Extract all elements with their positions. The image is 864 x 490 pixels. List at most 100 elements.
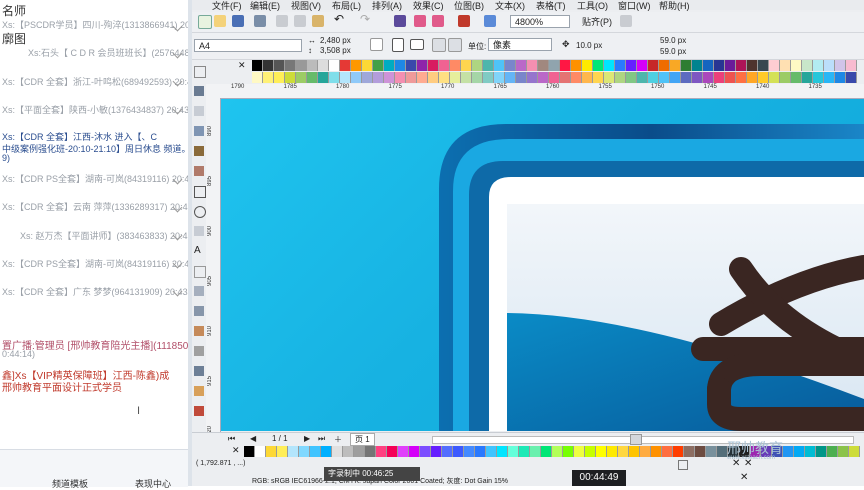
color-swatch[interactable]: [769, 72, 780, 83]
landscape-icon[interactable]: [410, 39, 424, 50]
options-icon[interactable]: [620, 15, 632, 27]
color-swatch[interactable]: [263, 60, 274, 71]
color-swatch[interactable]: [472, 72, 483, 83]
color-swatch[interactable]: [464, 446, 475, 457]
color-swatch[interactable]: [725, 60, 736, 71]
menu-help[interactable]: 帮助(H): [659, 0, 690, 12]
color-swatch[interactable]: [714, 60, 725, 71]
color-swatch[interactable]: [849, 446, 860, 457]
color-swatch[interactable]: [373, 60, 384, 71]
color-swatch[interactable]: [695, 446, 706, 457]
color-swatch[interactable]: [596, 446, 607, 457]
color-swatch[interactable]: [714, 72, 725, 83]
units-dropdown[interactable]: 像素: [488, 38, 552, 51]
color-swatch[interactable]: [747, 72, 758, 83]
color-swatch[interactable]: [758, 72, 769, 83]
color-swatch[interactable]: [549, 60, 560, 71]
color-swatch[interactable]: [351, 72, 362, 83]
color-swatch[interactable]: [398, 446, 409, 457]
undo-icon[interactable]: ↶: [334, 12, 346, 26]
stepper-icon[interactable]: [370, 38, 383, 51]
menu-effects[interactable]: 效果(C): [413, 0, 444, 12]
color-swatch[interactable]: [483, 60, 494, 71]
color-swatch[interactable]: [626, 60, 637, 71]
current-page-icon[interactable]: [448, 38, 462, 52]
color-swatch[interactable]: [288, 446, 299, 457]
fill-indicator-icon[interactable]: [678, 460, 688, 470]
color-swatch[interactable]: [648, 72, 659, 83]
color-swatch[interactable]: [365, 446, 376, 457]
color-swatch[interactable]: [593, 72, 604, 83]
color-swatch[interactable]: [670, 72, 681, 83]
fill-tool-icon[interactable]: [194, 386, 204, 396]
color-swatch[interactable]: [805, 446, 816, 457]
last-page-icon[interactable]: ⏭: [318, 434, 325, 444]
polygon-tool-icon[interactable]: [194, 226, 204, 236]
color-swatch[interactable]: [494, 72, 505, 83]
color-swatch[interactable]: [637, 72, 648, 83]
color-swatch[interactable]: [824, 60, 835, 71]
color-swatch[interactable]: [439, 60, 450, 71]
color-swatch[interactable]: [673, 446, 684, 457]
color-swatch[interactable]: [585, 446, 596, 457]
color-swatch[interactable]: [431, 446, 442, 457]
text-tool-icon[interactable]: A: [194, 246, 204, 256]
color-swatch[interactable]: [629, 446, 640, 457]
color-swatch[interactable]: [285, 72, 296, 83]
color-swatch[interactable]: [791, 72, 802, 83]
color-swatch[interactable]: [780, 72, 791, 83]
color-swatch[interactable]: [428, 72, 439, 83]
color-swatch[interactable]: [472, 60, 483, 71]
color-swatch[interactable]: [618, 446, 629, 457]
color-swatch[interactable]: [505, 72, 516, 83]
color-swatch[interactable]: [640, 446, 651, 457]
color-swatch[interactable]: [274, 60, 285, 71]
menu-file[interactable]: 文件(F): [212, 0, 242, 12]
menu-table[interactable]: 表格(T): [536, 0, 566, 12]
dimension-tool-icon[interactable]: [194, 286, 204, 296]
color-swatch[interactable]: [329, 60, 340, 71]
redo-icon[interactable]: ↷: [360, 12, 372, 26]
save-icon[interactable]: [232, 15, 244, 27]
color-swatch[interactable]: [439, 72, 450, 83]
menu-layout[interactable]: 布局(L): [332, 0, 361, 12]
color-swatch[interactable]: [508, 446, 519, 457]
color-swatch[interactable]: [846, 72, 857, 83]
color-swatch[interactable]: [736, 60, 747, 71]
color-swatch[interactable]: [373, 72, 384, 83]
color-swatch[interactable]: [387, 446, 398, 457]
color-swatch[interactable]: [516, 72, 527, 83]
ruler-origin[interactable]: [206, 84, 221, 99]
horizontal-scrollbar[interactable]: [432, 436, 854, 444]
color-swatch[interactable]: [453, 446, 464, 457]
color-swatch[interactable]: [626, 72, 637, 83]
color-swatch[interactable]: [340, 72, 351, 83]
color-swatch[interactable]: [783, 446, 794, 457]
color-swatch[interactable]: [376, 446, 387, 457]
copy-icon[interactable]: [294, 15, 306, 27]
export-icon[interactable]: [432, 15, 444, 27]
color-swatch[interactable]: [560, 60, 571, 71]
color-swatch[interactable]: [651, 446, 662, 457]
color-swatch[interactable]: [362, 60, 373, 71]
color-swatch[interactable]: [263, 72, 274, 83]
duplicate-x-field[interactable]: 59.0 px: [660, 36, 686, 45]
color-swatch[interactable]: [593, 60, 604, 71]
freehand-tool-icon[interactable]: [194, 146, 204, 156]
color-swatch[interactable]: [758, 60, 769, 71]
color-swatch[interactable]: [541, 446, 552, 457]
color-swatch[interactable]: [494, 60, 505, 71]
duplicate-y-field[interactable]: 59.0 px: [660, 47, 686, 56]
color-swatch[interactable]: [846, 60, 857, 71]
paste-icon[interactable]: [312, 15, 324, 27]
page-height-field[interactable]: 3,508 px: [320, 46, 351, 55]
cut-icon[interactable]: [276, 15, 288, 27]
shape-tool-icon[interactable]: [194, 86, 204, 96]
color-swatch[interactable]: [538, 60, 549, 71]
outline-pen-icon[interactable]: ✕: [740, 472, 748, 483]
color-swatch[interactable]: [384, 60, 395, 71]
color-swatch[interactable]: [428, 60, 439, 71]
color-swatch[interactable]: [505, 60, 516, 71]
color-swatch[interactable]: [574, 446, 585, 457]
color-swatch[interactable]: [332, 446, 343, 457]
